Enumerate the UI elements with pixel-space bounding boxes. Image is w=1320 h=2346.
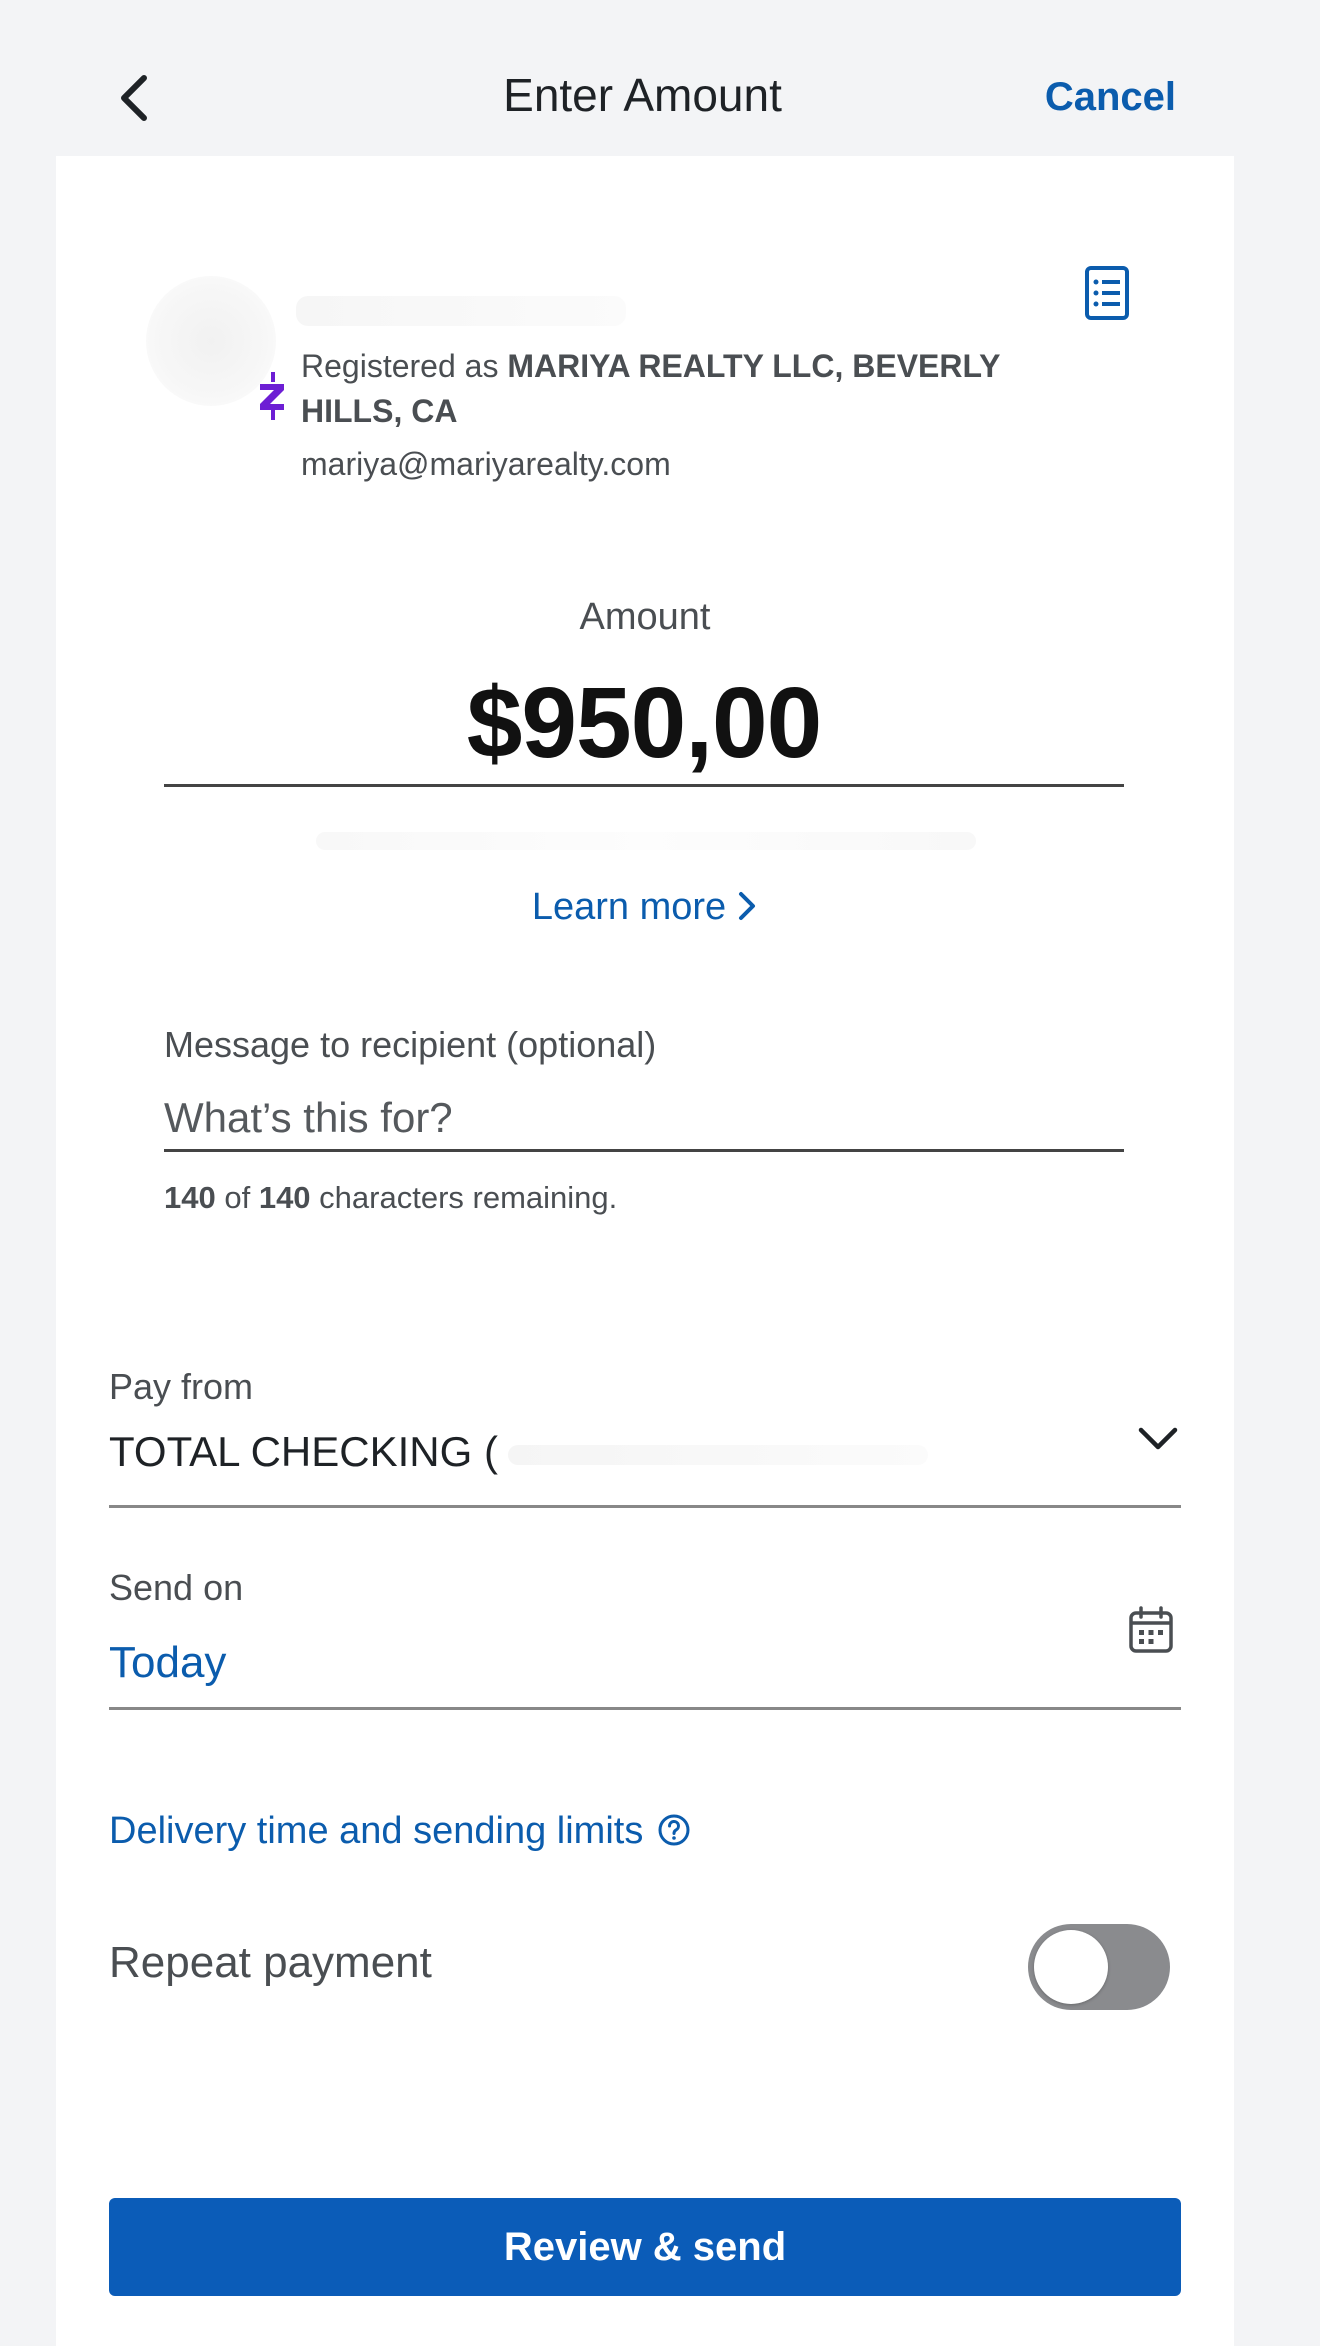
recipient-email: mariya@mariyarealty.com xyxy=(301,446,671,482)
pay-from-account: TOTAL CHECKING ( xyxy=(109,1428,498,1475)
recipient-details-button[interactable] xyxy=(1080,264,1134,322)
repeat-payment-toggle[interactable] xyxy=(1028,1924,1170,2010)
toggle-knob xyxy=(1034,1930,1108,2004)
header: Enter Amount Cancel xyxy=(0,0,1320,156)
delivery-limits-link[interactable]: Delivery time and sending limits xyxy=(109,1810,691,1853)
learn-more-label: Learn more xyxy=(531,886,727,928)
amount-input[interactable]: $950,00 xyxy=(164,666,1124,781)
chars-suffix: characters remaining. xyxy=(310,1180,618,1215)
amount-label: Amount xyxy=(579,596,711,638)
help-icon xyxy=(658,1814,690,1846)
zelle-icon xyxy=(260,372,284,420)
account-number-redacted xyxy=(507,1444,928,1465)
review-send-button[interactable]: Review & send xyxy=(109,2198,1181,2296)
calendar-icon[interactable] xyxy=(1126,1604,1176,1656)
chars-remaining-count: 140 xyxy=(164,1180,216,1215)
chars-max-count: 140 xyxy=(258,1180,311,1215)
repeat-payment-label: Repeat payment xyxy=(109,1938,432,1987)
message-label: Message to recipient (optional) xyxy=(164,1024,657,1065)
registered-as-text: Registered as MARIYA REALTY LLC, BEVERLY… xyxy=(301,344,1061,434)
chevron-right-icon xyxy=(739,892,756,920)
chevron-down-icon xyxy=(1138,1427,1178,1450)
send-on-field[interactable] xyxy=(109,1606,1181,1710)
send-on-label: Send on xyxy=(109,1567,244,1608)
details-list-icon xyxy=(1085,266,1129,320)
recipient-info: Registered as MARIYA REALTY LLC, BEVERLY… xyxy=(56,156,1234,516)
cancel-button[interactable]: Cancel xyxy=(1045,75,1176,120)
amount-underline xyxy=(164,784,1124,787)
send-on-value: Today xyxy=(109,1638,227,1687)
recipient-name-redacted xyxy=(296,296,626,326)
payment-card: Registered as MARIYA REALTY LLC, BEVERLY… xyxy=(56,156,1234,2346)
registered-prefix: Registered as xyxy=(301,348,508,384)
delivery-limits-label: Delivery time and sending limits xyxy=(109,1810,644,1852)
characters-remaining: 140 of 140 characters remaining. xyxy=(164,1180,617,1216)
message-input[interactable] xyxy=(164,1086,1124,1152)
pay-from-value: TOTAL CHECKING ( xyxy=(109,1428,928,1476)
learn-more-link[interactable]: Learn more xyxy=(56,886,1234,929)
pay-from-label: Pay from xyxy=(109,1366,254,1407)
limit-text-redacted xyxy=(316,832,976,850)
chars-of-text: of xyxy=(215,1180,259,1215)
